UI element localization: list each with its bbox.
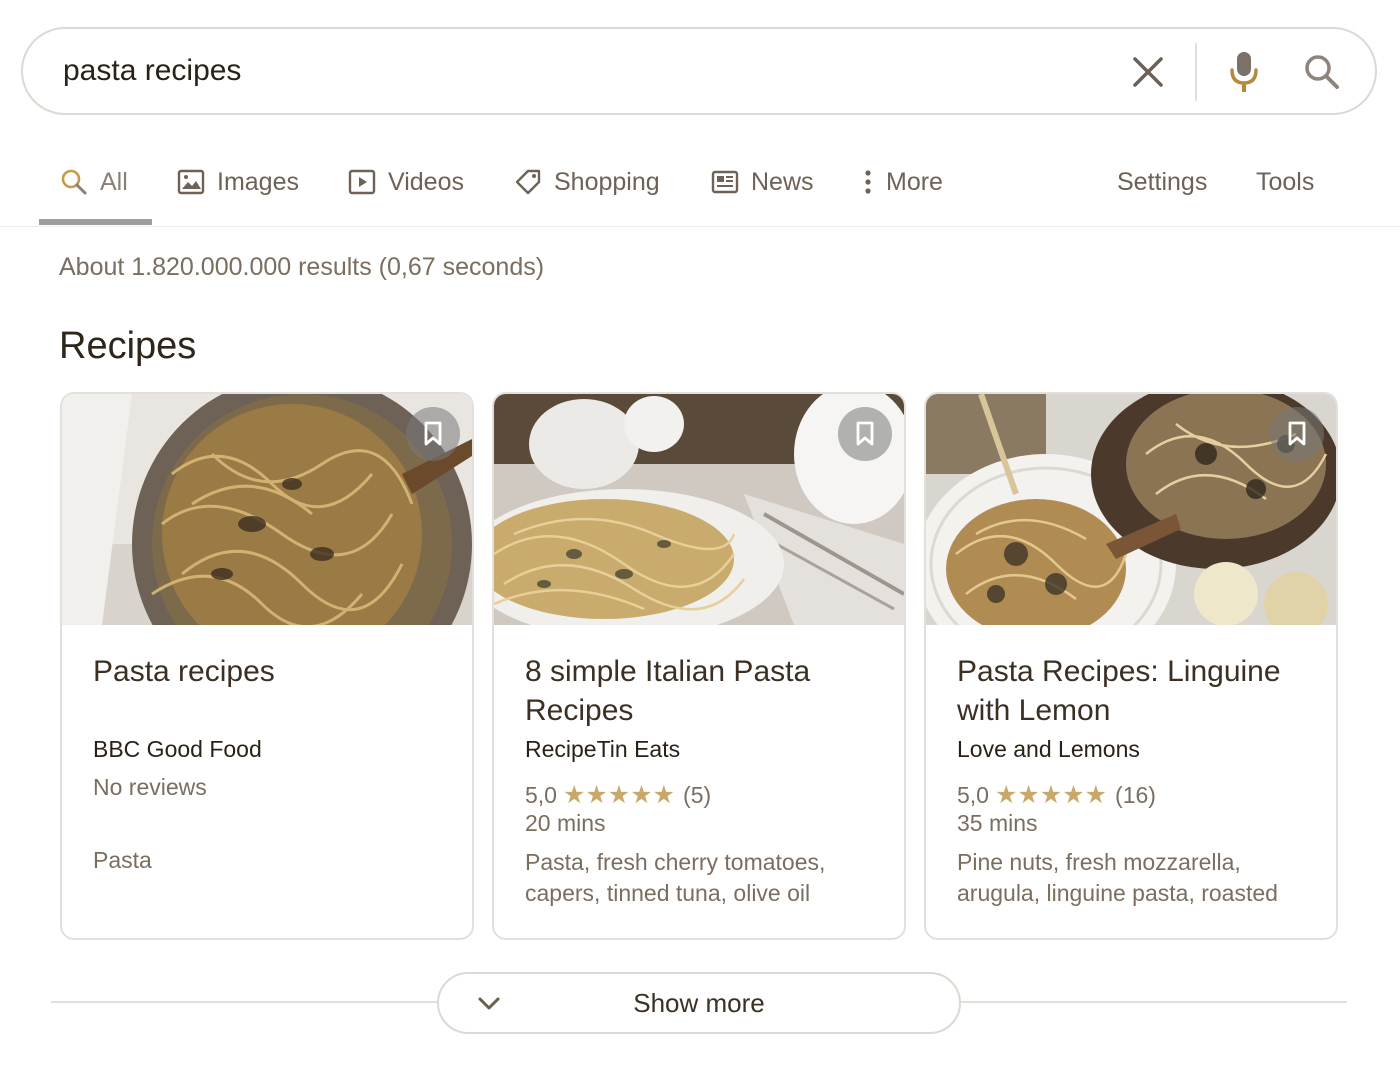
show-more-label: Show more (633, 988, 765, 1018)
image-icon (177, 168, 205, 196)
tools-link[interactable]: Tools (1256, 162, 1314, 202)
bookmark-icon[interactable] (406, 407, 460, 461)
play-icon (348, 168, 376, 196)
search-input[interactable]: pasta recipes (63, 51, 241, 91)
tab-videos[interactable]: Videos (348, 162, 464, 202)
search-icon (60, 168, 88, 196)
bookmark-icon[interactable] (1270, 407, 1324, 461)
show-more-divider-right (961, 1001, 1347, 1003)
search-box[interactable]: pasta recipes (21, 27, 1377, 115)
tab-label: Shopping (554, 167, 660, 196)
tab-more[interactable]: More (858, 162, 943, 202)
search-icon[interactable] (1299, 49, 1345, 95)
recipe-rating: 5,0 ★★★★★ (5) (525, 780, 711, 810)
recipe-reviews: No reviews (93, 774, 207, 800)
more-vert-icon (858, 168, 878, 196)
rating-value: 5,0 (525, 781, 557, 808)
rating-value: 5,0 (957, 781, 989, 808)
recipe-source: BBC Good Food (93, 736, 262, 762)
result-stats: About 1.820.000.000 results (0,67 second… (59, 253, 545, 281)
tab-shopping[interactable]: Shopping (514, 162, 660, 202)
recipe-card[interactable]: 8 simple Italian Pasta Recipes RecipeTin… (492, 392, 906, 940)
star-rating-icon: ★★★★★ (562, 781, 676, 809)
tab-label: Images (217, 167, 299, 196)
rating-count: (5) (683, 781, 712, 808)
tab-all[interactable]: All (60, 162, 128, 202)
recipe-title[interactable]: Pasta recipes (93, 652, 453, 691)
search-results-page: pasta recipes All Images Videos Shopping… (0, 0, 1400, 1080)
recipe-ingredients: Pine nuts, fresh mozzarella, arugula, li… (957, 849, 1278, 906)
search-tabs: All Images Videos Shopping News More Set… (0, 140, 1400, 228)
show-more-button[interactable]: Show more (437, 972, 961, 1034)
close-icon[interactable] (1125, 49, 1171, 95)
recipe-source: RecipeTin Eats (525, 736, 681, 762)
star-rating-icon: ★★★★★ (994, 781, 1108, 809)
tab-images[interactable]: Images (177, 162, 299, 202)
newspaper-icon (711, 168, 739, 196)
settings-link[interactable]: Settings (1117, 162, 1207, 202)
recipe-title[interactable]: Pasta Recipes: Linguine with Lemon (957, 652, 1317, 730)
recipe-time: 35 mins (957, 810, 1038, 836)
tab-label: All (100, 167, 128, 196)
show-more-divider-left (51, 1001, 437, 1003)
recipe-title[interactable]: 8 simple Italian Pasta Recipes (525, 652, 885, 730)
tab-news[interactable]: News (711, 162, 814, 202)
recipe-category: Pasta (93, 847, 152, 873)
recipe-card[interactable]: Pasta Recipes: Linguine with Lemon Love … (924, 392, 1338, 940)
tag-icon (514, 168, 542, 196)
section-title: Recipes (59, 325, 197, 367)
recipe-source: Love and Lemons (957, 736, 1140, 762)
search-divider (1195, 43, 1197, 101)
tab-label: Videos (388, 167, 464, 196)
tab-label: More (886, 167, 943, 196)
microphone-icon[interactable] (1221, 49, 1267, 95)
recipe-rating: 5,0 ★★★★★ (16) (957, 780, 1156, 810)
tabs-divider (0, 226, 1400, 227)
rating-count: (16) (1115, 781, 1156, 808)
recipe-time: 20 mins (525, 810, 606, 836)
active-tab-indicator (39, 219, 152, 225)
tab-label: News (751, 167, 814, 196)
recipe-ingredients: Pasta, fresh cherry tomatoes, capers, ti… (525, 849, 826, 906)
recipe-card[interactable]: Pasta recipes BBC Good Food No reviews P… (60, 392, 474, 940)
bookmark-icon[interactable] (838, 407, 892, 461)
